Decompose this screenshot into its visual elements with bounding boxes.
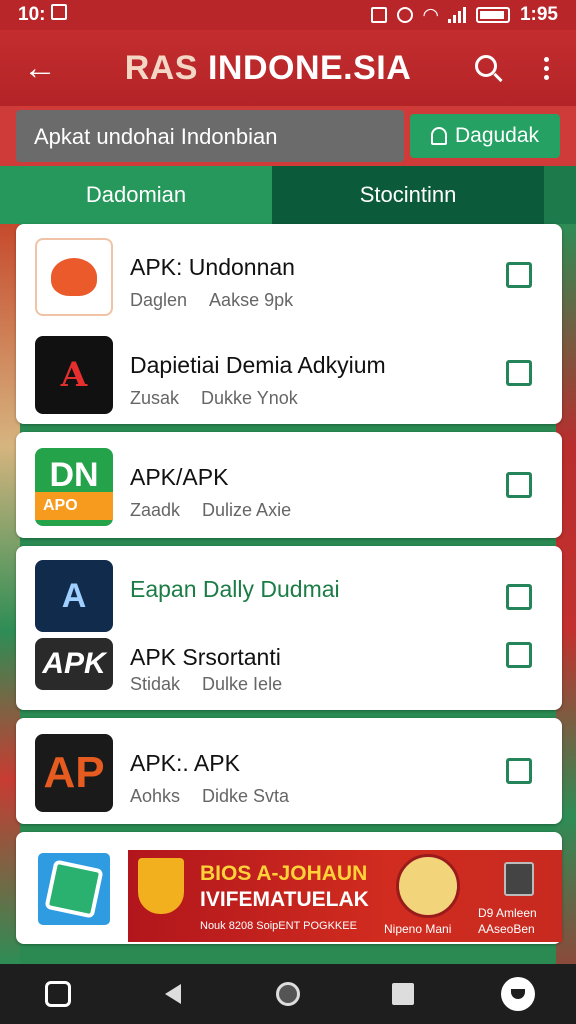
app-badge-icon [504,862,534,896]
select-checkbox[interactable] [506,472,532,498]
recents-icon [392,983,415,1005]
search-row: Apkat undohai Indonbian Dagudak [0,106,576,166]
list-item[interactable]: A Eapan Dally Dudmai [16,552,562,632]
app-card: APK: Undonnan Daglen Aakse 9pk A Dapietia… [16,224,562,424]
signal-icon [447,7,466,23]
app-title: APK/APK [130,464,229,490]
bell-icon [430,127,447,145]
home-square-icon [44,981,71,1007]
banner-line-2: IVIFEMATUELAK [200,888,369,911]
promo-card: BIOS A-JOHAUN IVIFEMATUELAK Nouk 8208 So… [16,832,562,944]
banner-line-3: Nouk 8208 SoipENT POGKKEE [200,920,357,932]
app-card: A Eapan Dally Dudmai APK APK Srsortanti … [16,546,562,710]
select-checkbox[interactable] [506,262,532,288]
system-nav-bar [0,964,576,1024]
home-circle-icon [275,982,300,1006]
list-item[interactable]: APK APK Srsortanti Stidak Dulke Iele [16,622,562,706]
status-time: 10: [18,4,67,26]
more-button[interactable] [516,56,576,80]
list-item[interactable]: DN APO APK/APK Zaadk Dulize Axie [16,440,562,530]
nav-back-button[interactable] [143,984,203,1004]
app-bar: ← RAS INDONE.SIA [0,30,576,106]
profile-icon [501,977,536,1011]
app-meta: Daglen Aakse 9pk [130,290,294,310]
app-title: Dapietiai Demia Adkyium [130,352,386,378]
arrow-left-icon[interactable]: ← [0,49,80,88]
app-meta: Zusak Dukke Ynok [130,388,298,408]
nfc-icon [371,7,388,23]
banner-line-1: BIOS A-JOHAUN [200,862,368,885]
battery-icon [475,7,510,23]
search-input[interactable]: Apkat undohai Indonbian [16,110,404,162]
app-title: APK:. APK [130,750,240,776]
app-logo-orange-icon [35,238,113,316]
nav-recents-button[interactable] [373,983,433,1005]
search-button[interactable] [456,51,516,85]
home-square-button[interactable] [28,981,88,1007]
tab-dadomian[interactable]: Dadomian [0,166,272,224]
search-icon [475,55,497,77]
seal-icon [396,854,460,918]
select-checkbox[interactable] [506,360,532,386]
select-checkbox[interactable] [506,642,532,668]
banner-right-line-1: D9 Amleen [478,906,537,920]
back-icon [164,984,181,1004]
list-item[interactable]: APK: Undonnan Daglen Aakse 9pk [16,230,562,320]
status-bar: 10: ◠ 1:95 [0,0,576,30]
app-logo-black-icon: A [35,336,113,414]
nav-profile-button[interactable] [488,977,548,1011]
select-checkbox[interactable] [506,758,532,784]
vibrate-icon [397,7,414,23]
app-title: APK Srsortanti [130,644,281,670]
app-meta: Stidak Dulke Iele [130,674,283,694]
tab-stocintinn[interactable]: Stocintinn [272,166,544,224]
more-vert-icon [516,56,576,80]
app-logo-blue-icon[interactable] [35,850,113,928]
promo-banner[interactable]: BIOS A-JOHAUN IVIFEMATUELAK Nouk 8208 So… [128,850,562,942]
seal-caption: Nipeno Mani [384,922,452,936]
screenshot-icon [50,4,67,20]
app-title: RAS INDONE.SIA [124,48,412,87]
app-logo-apk-icon: APK [35,638,113,690]
app-logo-ap-icon: AP [35,734,113,812]
nav-home-button[interactable] [258,982,318,1006]
app-logo-green-icon: DN APO [35,448,113,526]
banner-right-line-2: AAseoBen [478,922,535,936]
download-button[interactable]: Dagudak [410,114,560,158]
app-title: APK: Undonnan [130,254,295,280]
status-clock: 1:95 [519,4,558,25]
list-item[interactable]: AP APK:. APK Aohks Didke Svta [16,726,562,816]
app-title: Eapan Dally Dudmai [130,576,340,602]
app-card: DN APO APK/APK Zaadk Dulize Axie [16,432,562,538]
tab-bar: Dadomian Stocintinn [0,166,576,224]
badge-icon [138,858,184,914]
download-label: Dagudak [454,124,540,147]
list-item[interactable]: A Dapietiai Demia Adkyium Zusak Dukke Yno… [16,328,562,418]
wifi-icon: ◠ [423,4,438,26]
app-meta: Zaadk Dulize Axie [130,500,292,520]
select-checkbox[interactable] [506,584,532,610]
app-meta: Aohks Didke Svta [130,786,290,806]
app-card: AP APK:. APK Aohks Didke Svta [16,718,562,824]
